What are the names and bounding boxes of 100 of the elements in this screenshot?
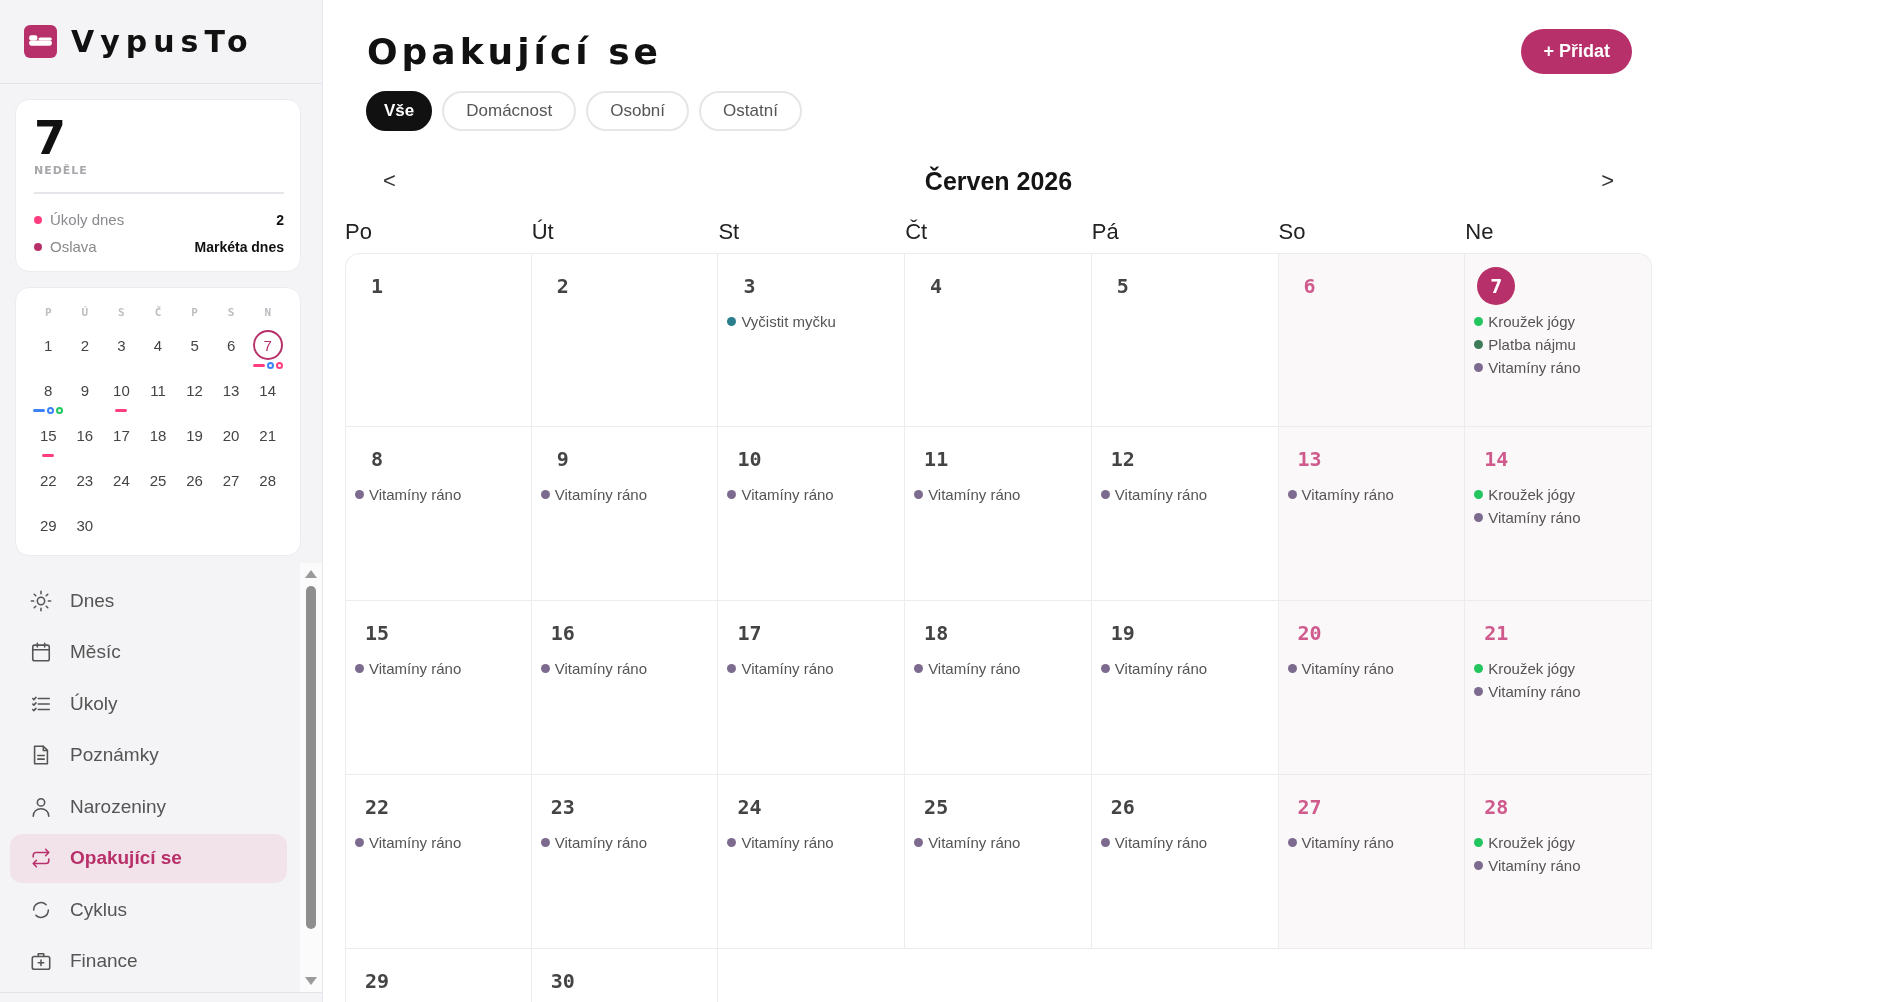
day-cell[interactable]: 18 Vitamíny ráno — [905, 601, 1092, 775]
event-label[interactable]: Vitamíny ráno — [741, 486, 834, 503]
day-cell[interactable]: 10 Vitamíny ráno — [718, 427, 906, 601]
event-label[interactable]: Vitamíny ráno — [1488, 683, 1581, 700]
mini-calendar-day[interactable]: 12 — [179, 375, 210, 405]
filter-chip[interactable]: Ostatní — [699, 91, 802, 131]
day-cell[interactable]: 29 — [345, 949, 532, 1002]
day-cell[interactable]: 23 Vitamíny ráno — [531, 775, 719, 949]
scrollbar-thumb[interactable] — [306, 586, 316, 929]
mini-calendar-day[interactable]: 20 — [216, 420, 247, 450]
event-label[interactable]: Vitamíny ráno — [1301, 486, 1394, 503]
event-label[interactable]: Kroužek jógy — [1488, 486, 1575, 503]
mini-calendar-day[interactable]: 10 — [106, 375, 137, 405]
event-label[interactable]: Vitamíny ráno — [1114, 660, 1208, 677]
nav-item[interactable]: Poznámky — [10, 730, 287, 780]
mini-calendar-day[interactable]: 11 — [143, 375, 173, 405]
day-cell[interactable]: 20 Vitamíny ráno — [1278, 601, 1466, 775]
scrollbar[interactable] — [300, 563, 322, 992]
event-label[interactable]: Kroužek jógy — [1488, 313, 1575, 330]
day-cell[interactable]: 3 Vyčistit myčku — [718, 253, 906, 427]
day-cell[interactable]: 6 — [1278, 253, 1466, 427]
mini-calendar-day[interactable]: 14 — [252, 375, 283, 405]
event-label[interactable]: Vitamíny ráno — [369, 486, 462, 503]
event-label[interactable]: Platba nájmu — [1488, 336, 1576, 353]
event-label[interactable]: Vitamíny ráno — [928, 486, 1021, 503]
mini-calendar-day[interactable]: 1 — [33, 330, 64, 360]
day-cell[interactable]: 12 Vitamíny ráno — [1091, 427, 1279, 601]
day-cell[interactable]: 27 Vitamíny ráno — [1278, 775, 1466, 949]
day-cell[interactable]: 19 Vitamíny ráno — [1091, 601, 1279, 775]
day-cell[interactable]: 15 Vitamíny ráno — [345, 601, 532, 775]
mini-calendar-day[interactable]: 18 — [143, 420, 173, 450]
mini-calendar-day[interactable]: 17 — [106, 420, 137, 450]
event-label[interactable]: Vitamíny ráno — [928, 660, 1021, 677]
event-label[interactable]: Kroužek jógy — [1488, 834, 1575, 851]
mini-calendar-day[interactable]: 21 — [252, 420, 283, 450]
mini-calendar-day[interactable]: 2 — [69, 330, 100, 360]
day-cell[interactable]: 28 Kroužek jógy Vitamíny ráno — [1465, 775, 1652, 949]
day-cell[interactable]: 16 Vitamíny ráno — [531, 601, 719, 775]
event-label[interactable]: Vitamíny ráno — [1488, 359, 1581, 376]
event-label[interactable]: Vitamíny ráno — [1488, 857, 1581, 874]
mini-calendar-day[interactable]: 5 — [179, 330, 210, 360]
mini-calendar-day[interactable]: 24 — [106, 465, 137, 495]
event-label[interactable]: Vitamíny ráno — [554, 660, 647, 677]
event-label[interactable]: Vitamíny ráno — [928, 834, 1021, 851]
mini-calendar-day[interactable]: 28 — [252, 465, 283, 495]
mini-calendar-day[interactable]: 9 — [69, 375, 100, 405]
mini-calendar-day[interactable]: 3 — [106, 330, 137, 360]
nav-item[interactable]: Narozeniny — [10, 782, 287, 831]
event-label[interactable]: Vitamíny ráno — [369, 834, 462, 851]
mini-calendar-day[interactable]: 19 — [179, 420, 210, 450]
filter-chip[interactable]: Domácnost — [442, 91, 577, 131]
mini-calendar-day[interactable]: 13 — [216, 375, 247, 405]
nav-item[interactable]: Úkoly — [10, 679, 287, 728]
scroll-up-icon[interactable] — [305, 570, 317, 578]
scroll-down-icon[interactable] — [305, 977, 317, 985]
mini-calendar-day[interactable]: 8 — [33, 375, 64, 405]
day-cell[interactable]: 8 Vitamíny ráno — [345, 427, 532, 601]
mini-calendar-day[interactable]: 4 — [143, 330, 173, 360]
event-label[interactable]: Vitamíny ráno — [554, 486, 647, 503]
mini-calendar-day[interactable]: 22 — [33, 465, 64, 495]
nav-item[interactable]: Finance — [10, 936, 287, 986]
day-cell[interactable]: 11 Vitamíny ráno — [905, 427, 1092, 601]
event-label[interactable]: Vitamíny ráno — [1488, 509, 1581, 526]
mini-calendar-day[interactable]: 15 — [33, 420, 64, 450]
mini-calendar-day[interactable]: 23 — [69, 465, 100, 495]
day-cell[interactable]: 26 Vitamíny ráno — [1091, 775, 1279, 949]
mini-calendar-day[interactable]: 30 — [69, 510, 100, 540]
day-cell[interactable]: 4 — [905, 253, 1092, 427]
day-cell[interactable]: 22 Vitamíny ráno — [345, 775, 532, 949]
day-cell[interactable]: 14 Kroužek jógy Vitamíny ráno — [1465, 427, 1652, 601]
day-cell[interactable]: 1 — [345, 253, 532, 427]
event-label[interactable]: Vitamíny ráno — [1301, 834, 1394, 851]
mini-calendar-day[interactable]: 25 — [143, 465, 173, 495]
next-month-button[interactable]: > — [1593, 164, 1622, 198]
event-label[interactable]: Vitamíny ráno — [1301, 660, 1394, 677]
event-label[interactable]: Vitamíny ráno — [1114, 486, 1208, 503]
previous-month-button[interactable]: < — [375, 164, 404, 198]
day-cell[interactable]: 13 Vitamíny ráno — [1278, 427, 1466, 601]
mini-calendar-day[interactable]: 29 — [33, 510, 64, 540]
day-cell[interactable]: 5 — [1091, 253, 1279, 427]
day-cell[interactable]: 7 Kroužek jógy Platba nájmu Vitamíny ráno — [1465, 253, 1652, 427]
nav-item[interactable]: Měsíc — [10, 627, 287, 677]
event-label[interactable]: Vitamíny ráno — [369, 660, 462, 677]
day-cell[interactable]: 24 Vitamíny ráno — [718, 775, 906, 949]
event-label[interactable]: Vyčistit myčku — [741, 313, 836, 330]
event-label[interactable]: Kroužek jógy — [1488, 660, 1575, 677]
day-cell[interactable]: 9 Vitamíny ráno — [531, 427, 719, 601]
event-label[interactable]: Vitamíny ráno — [554, 834, 647, 851]
day-cell[interactable]: 25 Vitamíny ráno — [905, 775, 1092, 949]
filter-chip[interactable]: Osobní — [586, 91, 690, 131]
add-button[interactable]: + Přidat — [1521, 29, 1632, 74]
mini-calendar-day[interactable]: 26 — [179, 465, 210, 495]
nav-item[interactable]: Cyklus — [10, 885, 287, 934]
mini-calendar-day[interactable]: 27 — [216, 465, 247, 495]
mini-calendar-day[interactable]: 16 — [69, 420, 100, 450]
mini-calendar-day[interactable]: 7 — [252, 330, 283, 360]
event-label[interactable]: Vitamíny ráno — [741, 834, 834, 851]
day-cell[interactable]: 17 Vitamíny ráno — [718, 601, 906, 775]
event-label[interactable]: Vitamíny ráno — [741, 660, 834, 677]
day-cell[interactable]: 2 — [531, 253, 719, 427]
